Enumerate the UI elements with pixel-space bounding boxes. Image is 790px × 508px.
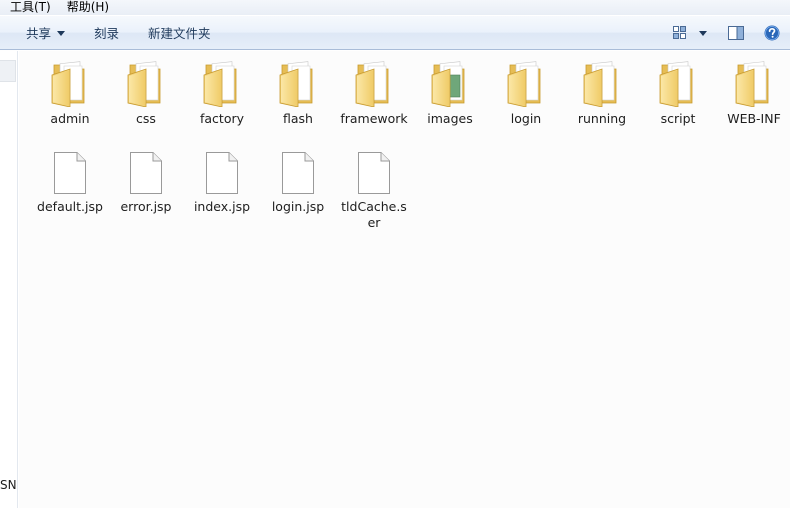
nav-selected-item[interactable] (0, 60, 16, 82)
file-name: login.jsp (271, 199, 325, 214)
file-icon (206, 152, 238, 194)
file-name: index.jsp (193, 199, 251, 214)
nav-item-label: SN (0, 478, 17, 492)
command-toolbar: 共享 刻录 新建文件夹 (0, 15, 790, 50)
folder-item[interactable]: running (567, 57, 637, 127)
file-item[interactable]: tldCache.ser (339, 151, 409, 231)
folder-item[interactable]: css (111, 57, 181, 127)
folder-name: script (660, 111, 696, 126)
folder-item[interactable]: admin (35, 57, 105, 127)
share-label: 共享 (26, 26, 52, 41)
folder-name: flash (283, 111, 313, 126)
menu-tools[interactable]: 工具(T) (10, 0, 51, 15)
folder-item[interactable]: flash (263, 57, 333, 127)
file-icon (54, 152, 86, 194)
folder-icon (355, 61, 389, 107)
folder-name: factory (199, 111, 245, 126)
chevron-down-icon (57, 31, 66, 36)
folder-name: admin (50, 111, 90, 126)
folder-name: css (136, 111, 156, 126)
file-icon (282, 152, 314, 194)
help-icon[interactable] (764, 25, 780, 41)
folder-name: WEB-INF (727, 111, 781, 126)
folder-icon (203, 61, 237, 107)
file-item[interactable]: error.jsp (111, 151, 181, 215)
folder-item[interactable]: factory (187, 57, 257, 127)
folder-icon (279, 61, 313, 107)
share-button[interactable]: 共享 (26, 16, 66, 51)
file-name: default.jsp (37, 199, 103, 214)
file-item[interactable]: index.jsp (187, 151, 257, 215)
folder-name: login (510, 111, 542, 126)
folder-item[interactable]: images (415, 57, 485, 127)
folder-item[interactable]: script (643, 57, 713, 127)
file-list[interactable]: admin css factory flash framework images… (19, 51, 790, 508)
menu-help[interactable]: 帮助(H) (67, 0, 109, 15)
file-item[interactable]: login.jsp (263, 151, 333, 215)
folder-name: framework (340, 111, 408, 126)
folder-item[interactable]: login (491, 57, 561, 127)
navigation-pane[interactable] (0, 51, 18, 508)
file-icon (130, 152, 162, 194)
menu-bar: 工具(T) 帮助(H) (0, 0, 790, 15)
folder-item[interactable]: framework (339, 57, 409, 127)
file-name: tldCache.ser (341, 199, 407, 230)
preview-pane-icon[interactable] (728, 26, 744, 40)
folder-icon (507, 61, 541, 107)
file-name: error.jsp (120, 199, 172, 214)
folder-icon (659, 61, 693, 107)
folder-icon (735, 61, 769, 107)
view-options-icon[interactable] (673, 26, 687, 40)
folder-item[interactable]: WEB-INF (719, 57, 789, 127)
folder-icon (431, 61, 465, 107)
view-options-dropdown-icon[interactable] (699, 31, 707, 36)
folder-name: images (427, 111, 473, 126)
folder-icon (51, 61, 85, 107)
new-folder-button[interactable]: 新建文件夹 (148, 16, 211, 51)
folder-name: running (577, 111, 627, 126)
burn-button[interactable]: 刻录 (94, 16, 119, 51)
folder-icon (583, 61, 617, 107)
file-icon (358, 152, 390, 194)
file-item[interactable]: default.jsp (35, 151, 105, 215)
folder-icon (127, 61, 161, 107)
